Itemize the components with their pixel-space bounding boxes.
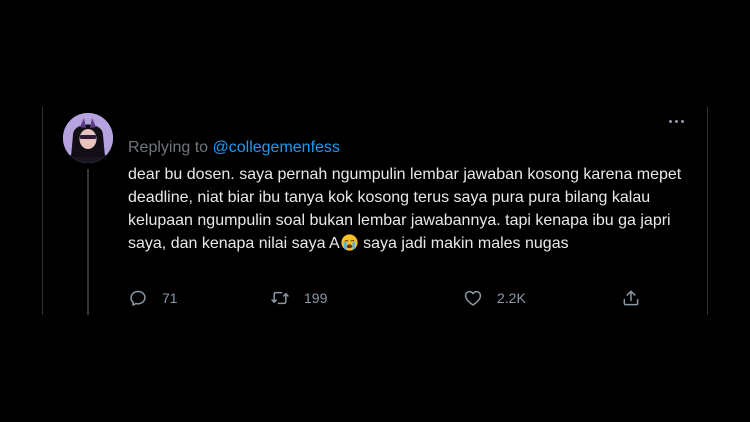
like-icon: [464, 290, 482, 306]
thread-line: [87, 169, 89, 315]
tweet-text: dear bu dosen. saya pernah ngumpulin lem…: [128, 163, 688, 255]
share-icon: [623, 290, 639, 306]
reply-count: 71: [162, 290, 178, 306]
tweet-card[interactable]: Replying to @collegemenfess dear bu dose…: [42, 107, 708, 315]
more-icon[interactable]: [665, 111, 689, 131]
avatar[interactable]: [63, 113, 113, 163]
share-button[interactable]: [621, 287, 641, 309]
action-bar: 71 199 2.2K: [128, 287, 639, 309]
replying-handle-link[interactable]: @collegemenfess: [213, 139, 340, 156]
tweet-text-part2: saya jadi makin males nugas: [358, 235, 569, 252]
reply-icon: [130, 290, 146, 306]
like-button[interactable]: 2.2K: [463, 287, 526, 309]
reply-button[interactable]: 71: [128, 287, 178, 309]
like-count: 2.2K: [497, 290, 526, 306]
retweet-icon: [271, 291, 289, 305]
crying-face-icon: [341, 234, 358, 251]
retweet-count: 199: [304, 290, 328, 306]
retweet-button[interactable]: 199: [270, 287, 327, 309]
replying-prefix: Replying to: [128, 139, 209, 156]
replying-to: Replying to @collegemenfess: [128, 139, 340, 157]
